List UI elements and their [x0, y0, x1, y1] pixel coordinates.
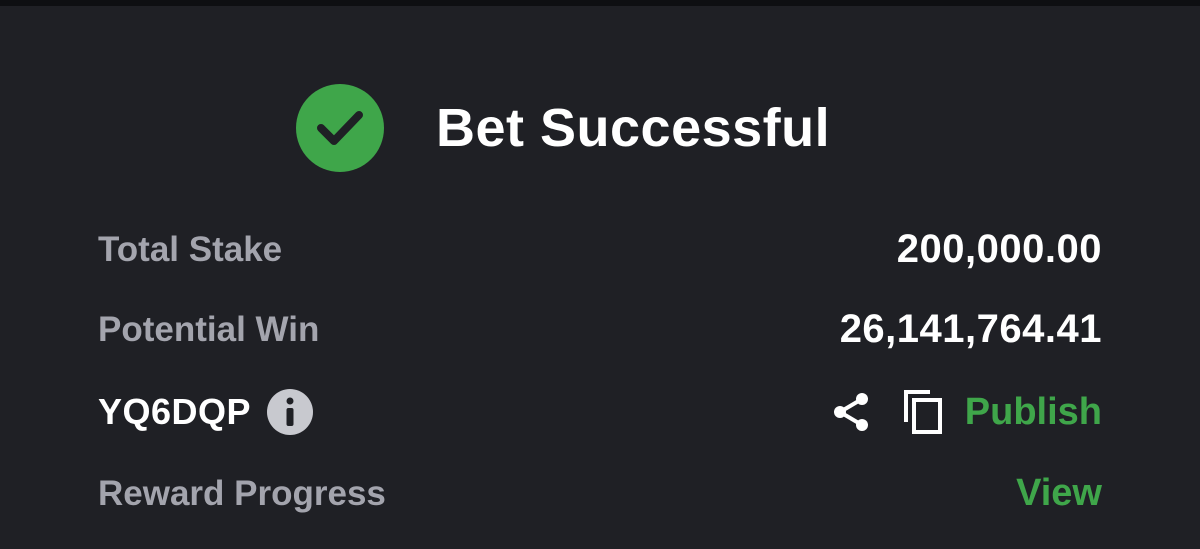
potential-win-value: 26,141,764.41	[839, 307, 1102, 351]
booking-code-row: YQ6DQP Publish	[98, 388, 1102, 436]
booking-actions: Publish	[829, 388, 1102, 436]
total-stake-row: Total Stake 200,000.00	[98, 227, 1102, 272]
total-stake-value: 200,000.00	[896, 227, 1102, 271]
booking-code: YQ6DQP	[98, 391, 252, 432]
info-icon[interactable]	[267, 389, 314, 435]
booking-code-group: YQ6DQP	[98, 389, 314, 435]
potential-win-label: Potential Win	[98, 309, 320, 349]
potential-win-row: Potential Win 26,141,764.41	[98, 307, 1102, 352]
publish-button[interactable]: Publish	[965, 391, 1102, 434]
check-circle-icon	[296, 84, 384, 172]
reward-progress-label: Reward Progress	[98, 473, 386, 513]
bet-confirmation-panel: Bet Successful Total Stake 200,000.00 Po…	[0, 6, 1200, 549]
confirmation-header: Bet Successful	[296, 84, 830, 172]
page-title: Bet Successful	[436, 98, 831, 158]
total-stake-label: Total Stake	[98, 229, 283, 269]
share-icon[interactable]	[829, 390, 873, 434]
view-reward-button[interactable]: View	[1016, 472, 1102, 515]
copy-icon[interactable]	[901, 388, 945, 436]
reward-progress-row: Reward Progress View	[98, 472, 1102, 515]
